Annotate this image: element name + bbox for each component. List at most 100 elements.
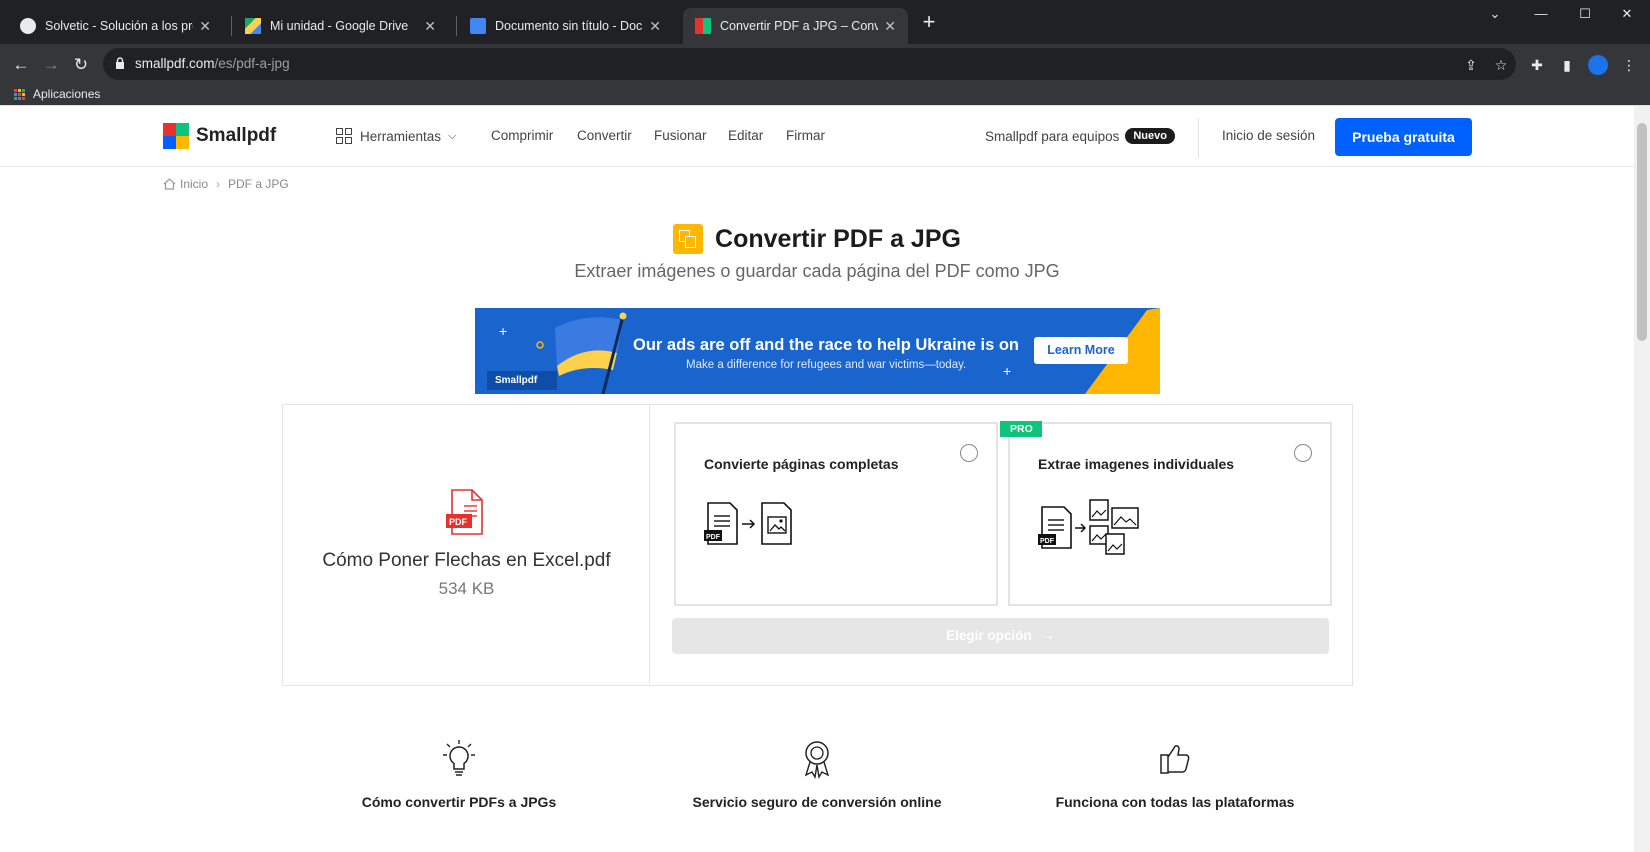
learn-more-button[interactable]: Learn More (1034, 337, 1128, 364)
url-text: smallpdf.com/es/pdf-a-jpg (135, 56, 290, 71)
pdf-to-jpg-tool-icon (673, 224, 704, 254)
feature-label: Cómo convertir PDFs a JPGs (361, 794, 557, 810)
share-icon[interactable]: ⇪ (1462, 56, 1480, 74)
tab-solvetic[interactable]: Solvetic - Solución a los problem ✕ (8, 8, 223, 44)
option-radio[interactable] (1294, 444, 1312, 462)
forward-arrow-icon[interactable]: → (41, 55, 61, 75)
file-name: Cómo Poner Flechas en Excel.pdf (322, 550, 611, 571)
svg-text:PDF: PDF (706, 534, 721, 541)
tab-google-docs[interactable]: Documento sin título - Documen ✕ (458, 8, 673, 44)
file-size: 534 KB (438, 579, 495, 598)
extensions-puzzle-icon[interactable]: ✚ (1528, 56, 1546, 74)
tab-google-drive[interactable]: Mi unidad - Google Drive ✕ (233, 8, 448, 44)
ad-brand-label: Smallpdf (487, 371, 557, 390)
page-subtitle: Extraer imágenes o guardar cada página d… (574, 261, 1060, 281)
option-extract-images[interactable]: PRO Extrae imagenes individuales PDF (1000, 421, 1332, 606)
lock-icon (116, 57, 124, 69)
solvetic-favicon-icon (20, 18, 36, 34)
page-title-row: Convertir PDF a JPG (0, 224, 1634, 254)
svg-text:+: + (499, 323, 507, 339)
file-info-panel: PDF Cómo Poner Flechas en Excel.pdf 534 … (283, 405, 650, 685)
tab-title: Mi unidad - Google Drive (270, 19, 409, 33)
bookmark-apps[interactable]: Aplicaciones (14, 87, 100, 101)
home-icon (163, 178, 176, 190)
free-trial-button[interactable]: Prueba gratuita (1335, 118, 1472, 156)
award-ribbon-icon (804, 741, 830, 779)
header-divider (1198, 118, 1199, 158)
close-tab-icon[interactable]: ✕ (878, 18, 896, 35)
page-scrollbar[interactable] (1634, 106, 1650, 852)
nav-convertir[interactable]: Convertir (577, 128, 632, 143)
smallpdf-favicon-icon (695, 18, 711, 34)
choose-option-label: Elegir opción (946, 628, 1032, 643)
login-link[interactable]: Inicio de sesión (1222, 128, 1315, 143)
nav-comprimir[interactable]: Comprimir (491, 128, 553, 143)
bookmark-star-icon[interactable]: ☆ (1492, 56, 1510, 74)
pdf-icon-label: PDF (449, 517, 467, 527)
bookmark-label: Aplicaciones (33, 87, 101, 101)
tab-divider (231, 16, 232, 36)
tab-title: Documento sin título - Documen (495, 19, 643, 33)
breadcrumb-current: PDF a JPG (228, 177, 289, 191)
ukraine-ad-banner[interactable]: + + Our ads are off and the race to help… (475, 308, 1160, 394)
teams-link[interactable]: Smallpdf para equipos Nuevo (985, 128, 1175, 144)
smallpdf-logo[interactable]: Smallpdf (163, 123, 276, 149)
teams-label: Smallpdf para equipos (985, 128, 1120, 144)
scrollbar-thumb[interactable] (1637, 123, 1647, 341)
address-toolbar: ← → ↻ smallpdf.com/es/pdf-a-jpg ⇪ ☆ ✚ ▮ … (0, 44, 1650, 84)
ad-subtext: Make a difference for refugees and war v… (686, 359, 967, 371)
maximize-icon[interactable]: ☐ (1562, 6, 1608, 26)
address-bar[interactable]: smallpdf.com/es/pdf-a-jpg (103, 48, 1516, 80)
breadcrumb-home[interactable]: Inicio (180, 177, 208, 191)
grid-icon (336, 128, 352, 144)
web-page: Smallpdf Herramientas ⌵ Comprimir Conver… (0, 105, 1650, 852)
option-radio[interactable] (960, 444, 978, 462)
svg-text:+: + (1003, 363, 1011, 379)
new-tab-button[interactable]: + (917, 10, 941, 34)
google-docs-favicon-icon (470, 18, 486, 34)
arrow-right-icon: → (1041, 628, 1055, 643)
extract-images-icon: PDF (1038, 499, 1139, 555)
smallpdf-logo-icon (163, 123, 189, 149)
pdf-file-icon (446, 489, 483, 535)
url-host: smallpdf.com (135, 56, 215, 71)
nav-fusionar[interactable]: Fusionar (654, 128, 707, 143)
new-badge: Nuevo (1125, 128, 1175, 144)
feature-label: Funciona con todas las plataformas (1055, 794, 1295, 810)
more-menu-icon[interactable]: ⋮ (1620, 56, 1638, 74)
svg-text:PDF: PDF (1040, 538, 1055, 545)
feature-label: Servicio seguro de conversión online (692, 794, 942, 810)
tab-title: Convertir PDF a JPG – Convierte (720, 19, 879, 33)
side-panel-icon[interactable]: ▮ (1558, 56, 1576, 74)
option-full-pages[interactable]: Convierte páginas completas PDF (674, 422, 998, 606)
tools-menu[interactable]: Herramientas ⌵ (336, 128, 456, 144)
google-drive-favicon-icon (245, 18, 261, 34)
feature-how-to: Cómo convertir PDFs a JPGs (309, 739, 609, 810)
feature-platforms: Funciona con todas las plataformas (1025, 739, 1325, 810)
chevron-down-icon: ⌵ (448, 129, 457, 142)
thumbs-up-icon (1160, 745, 1190, 774)
minimize-icon[interactable]: — (1518, 6, 1564, 26)
tab-smallpdf[interactable]: Convertir PDF a JPG – Convierte ✕ (683, 8, 908, 44)
tab-title: Solvetic - Solución a los problem (45, 19, 193, 33)
bookmarks-bar: Aplicaciones (0, 84, 1650, 105)
nav-firmar[interactable]: Firmar (786, 128, 825, 143)
choose-option-button[interactable]: Elegir opción → (672, 618, 1329, 654)
feature-secure: Servicio seguro de conversión online (667, 739, 967, 810)
reload-icon[interactable]: ↻ (71, 55, 91, 75)
close-tab-icon[interactable]: ✕ (643, 18, 661, 35)
close-tab-icon[interactable]: ✕ (193, 18, 211, 35)
profile-avatar[interactable] (1588, 55, 1608, 75)
nav-editar[interactable]: Editar (728, 128, 763, 143)
close-window-icon[interactable]: ✕ (1604, 6, 1650, 26)
browser-tab-bar: Solvetic - Solución a los problem ✕ Mi u… (0, 0, 1650, 44)
close-tab-icon[interactable]: ✕ (418, 18, 436, 35)
tab-divider (456, 16, 457, 36)
back-arrow-icon[interactable]: ← (11, 55, 31, 75)
site-header: Smallpdf Herramientas ⌵ Comprimir Conver… (0, 106, 1634, 167)
ad-headline: Our ads are off and the race to help Ukr… (633, 336, 1020, 354)
apps-grid-icon (14, 88, 25, 100)
logo-text: Smallpdf (196, 125, 277, 146)
option-label: Extrae imagenes individuales (1038, 456, 1235, 472)
chevron-down-icon[interactable]: ⌄ (1472, 6, 1518, 26)
